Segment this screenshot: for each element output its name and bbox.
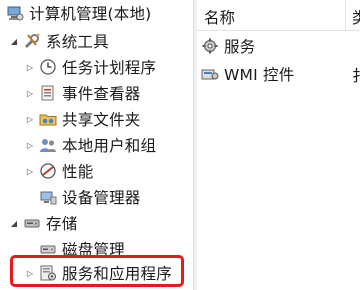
tree-item-label: 共享文件夹 — [62, 111, 141, 129]
tree-item-system-tools[interactable]: ◢ 系统工具 — [9, 28, 109, 54]
list-pane: 名称 类 服务 WMI 控件 扌 — [197, 0, 360, 290]
tree-item-label: 性能 — [62, 163, 94, 181]
list-item-wmi[interactable]: WMI 控件 — [201, 61, 360, 87]
storage-icon — [23, 214, 41, 232]
tree-item-local-users-groups[interactable]: ▷ 本地用户和组 — [25, 132, 156, 158]
performance-icon — [39, 162, 57, 180]
column-header-name[interactable]: 名称 — [204, 6, 235, 28]
collapsed-arrow-icon[interactable]: ▷ — [25, 114, 35, 124]
tree-item-root[interactable]: 计算机管理(本地) — [6, 0, 151, 26]
column-header-type[interactable]: 类 — [352, 6, 360, 28]
users-icon — [39, 136, 57, 154]
device-manager-icon — [39, 188, 57, 206]
tree-item-storage[interactable]: ◢ 存储 — [9, 210, 77, 236]
list-header: 名称 类 — [197, 0, 360, 31]
tree-item-shared-folders[interactable]: ▷ 共享文件夹 — [25, 106, 141, 132]
computer-management-icon — [6, 4, 24, 22]
wmi-icon — [201, 65, 219, 83]
list-item-label: 服务 — [224, 38, 256, 56]
tree-item-label: 设备管理器 — [62, 189, 141, 207]
tree-item-label: 系统工具 — [46, 33, 109, 51]
collapsed-arrow-icon[interactable]: ▷ — [25, 88, 35, 98]
collapsed-arrow-icon[interactable]: ▷ — [25, 140, 35, 150]
tree-item-label: 事件查看器 — [62, 85, 141, 103]
tree-item-task-scheduler[interactable]: ▷ 任务计划程序 — [25, 54, 156, 80]
tree-item-label: 存储 — [46, 215, 78, 233]
collapsed-arrow-icon[interactable]: ▷ — [25, 166, 35, 176]
list-item-services[interactable]: 服务 — [201, 33, 255, 59]
tree-pane: 计算机管理(本地) ◢ 系统工具 ▷ 任务计划程序 ▷ 事件查看器 ▷ 共享文件… — [0, 0, 193, 290]
list-item-label: WMI 控件 — [224, 66, 295, 84]
tools-icon — [23, 32, 41, 50]
expanded-arrow-icon[interactable]: ◢ — [9, 218, 19, 228]
tree-item-label: 本地用户和组 — [62, 137, 157, 155]
tree-item-label: 计算机管理(本地) — [29, 5, 152, 23]
expanded-arrow-icon[interactable]: ◢ — [9, 36, 19, 46]
clock-icon — [39, 58, 57, 76]
collapsed-arrow-icon[interactable]: ▷ — [25, 62, 35, 72]
tree-item-device-manager[interactable]: 设备管理器 — [39, 184, 141, 210]
column-separator[interactable] — [345, 0, 346, 30]
shared-folder-icon — [39, 110, 57, 128]
tree-item-event-viewer[interactable]: ▷ 事件查看器 — [25, 80, 141, 106]
list-item-type-truncated: 扌 — [352, 67, 360, 85]
tree-item-label: 任务计划程序 — [62, 59, 157, 77]
event-viewer-icon — [39, 84, 57, 102]
gear-icon — [201, 37, 219, 55]
highlight-box — [10, 255, 184, 287]
tree-item-performance[interactable]: ▷ 性能 — [25, 158, 93, 184]
